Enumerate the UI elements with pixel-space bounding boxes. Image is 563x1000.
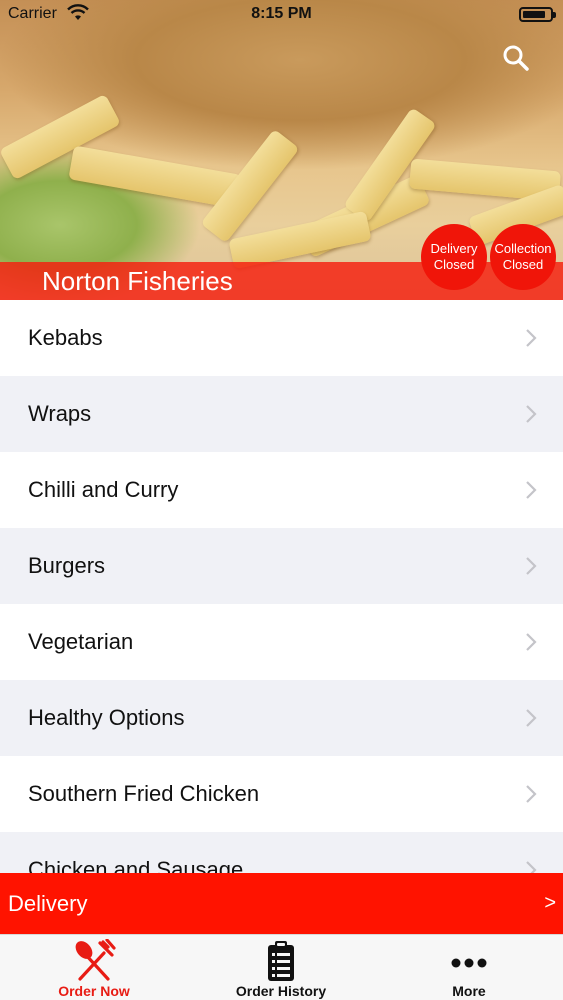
category-label: Wraps bbox=[28, 401, 92, 426]
chevron-right-icon bbox=[526, 785, 537, 803]
category-label: Chicken and Sausage bbox=[28, 857, 244, 873]
category-item-chicken-and-sausage[interactable]: Chicken and Sausage bbox=[0, 832, 563, 873]
category-label: Vegetarian bbox=[28, 629, 134, 654]
battery-icon bbox=[519, 7, 556, 22]
hero-decoration bbox=[228, 210, 372, 270]
category-item-chilli-and-curry[interactable]: Chilli and Curry bbox=[0, 452, 563, 528]
hero-banner: Carrier 8:15 PM Norton Fisheries Deliver… bbox=[0, 0, 563, 300]
category-label: Kebabs bbox=[28, 325, 103, 350]
category-label: Chilli and Curry bbox=[28, 477, 179, 502]
tab-label: Order History bbox=[235, 983, 327, 999]
fork-knife-icon bbox=[75, 939, 116, 981]
category-item-vegetarian[interactable]: Vegetarian bbox=[0, 604, 563, 680]
category-list[interactable]: Kebabs Wraps Chilli and Curry Burgers Ve… bbox=[0, 300, 563, 873]
restaurant-name: Norton Fisheries bbox=[42, 266, 233, 296]
tab-order-now[interactable]: Order Now bbox=[0, 935, 188, 1000]
more-dots-icon bbox=[451, 958, 487, 968]
category-label: Healthy Options bbox=[28, 705, 185, 730]
chevron-right-icon bbox=[526, 633, 537, 651]
tab-more[interactable]: More bbox=[375, 935, 563, 1000]
search-icon[interactable] bbox=[500, 42, 532, 74]
category-item-burgers[interactable]: Burgers bbox=[0, 528, 563, 604]
delivery-mode-button[interactable]: Delivery > bbox=[0, 873, 563, 934]
category-item-healthy-options[interactable]: Healthy Options bbox=[0, 680, 563, 756]
tab-label: Order Now bbox=[58, 983, 130, 999]
chevron-right-icon bbox=[526, 405, 537, 423]
category-label: Burgers bbox=[28, 553, 106, 578]
chevron-right-icon bbox=[526, 861, 537, 873]
category-item-southern-fried-chicken[interactable]: Southern Fried Chicken bbox=[0, 756, 563, 832]
category-item-kebabs[interactable]: Kebabs bbox=[0, 300, 563, 376]
chevron-right-icon: > bbox=[544, 892, 556, 914]
category-item-wraps[interactable]: Wraps bbox=[0, 376, 563, 452]
tab-bar: Order Now Order History More bbox=[0, 934, 563, 1000]
tab-order-history[interactable]: Order History bbox=[187, 935, 375, 1000]
delivery-mode-label: Delivery bbox=[8, 890, 88, 916]
category-label: Southern Fried Chicken bbox=[28, 781, 260, 806]
clock: 8:15 PM bbox=[251, 5, 312, 22]
chevron-right-icon bbox=[526, 481, 537, 499]
collection-status-badge: Collection Closed bbox=[490, 224, 556, 290]
chevron-right-icon bbox=[526, 709, 537, 727]
status-bar: Carrier 8:15 PM bbox=[0, 0, 563, 30]
chevron-right-icon bbox=[526, 329, 537, 347]
tab-label: More bbox=[452, 983, 486, 999]
chevron-right-icon bbox=[526, 557, 537, 575]
delivery-status-badge: Delivery Closed bbox=[421, 224, 487, 290]
hero-decoration bbox=[68, 145, 242, 209]
clipboard-list-icon bbox=[268, 941, 294, 981]
